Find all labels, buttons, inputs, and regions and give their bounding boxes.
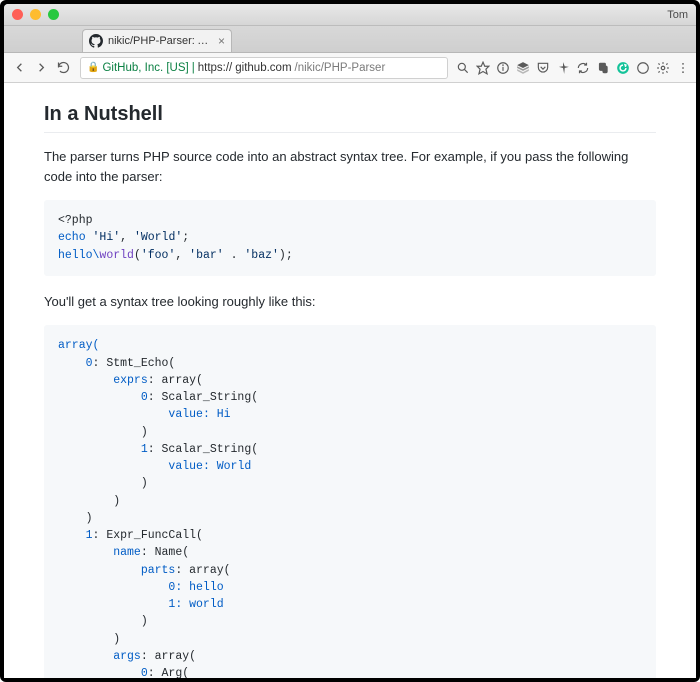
tab-strip: nikic/PHP-Parser: A PHP parse × (4, 26, 696, 53)
extension-icon[interactable] (636, 61, 650, 75)
titlebar: Tom (4, 4, 696, 26)
address-bar[interactable]: 🔒 GitHub, Inc. [US] | https://github.com… (80, 57, 448, 79)
pocket-icon[interactable] (536, 61, 550, 75)
url-path: /nikic/PHP-Parser (295, 62, 386, 74)
forward-button[interactable] (32, 59, 50, 77)
evernote-icon[interactable] (596, 61, 610, 75)
browser-chrome: Tom nikic/PHP-Parser: A PHP parse × 🔒 Gi… (4, 4, 696, 678)
browser-tab[interactable]: nikic/PHP-Parser: A PHP parse × (82, 29, 232, 52)
php-code-block: <?php echo 'Hi', 'World'; hello\world('f… (44, 200, 656, 276)
toolbar: 🔒 GitHub, Inc. [US] | https://github.com… (4, 53, 696, 83)
sync-icon[interactable] (576, 61, 590, 75)
ast-code-block: array( 0: Stmt_Echo( exprs: array( 0: Sc… (44, 325, 656, 678)
intro-paragraph: The parser turns PHP source code into an… (44, 147, 656, 186)
info-icon[interactable] (496, 61, 510, 75)
pinboard-icon[interactable] (556, 61, 570, 75)
search-icon[interactable] (456, 61, 470, 75)
menu-icon[interactable] (676, 61, 690, 75)
zoom-window-button[interactable] (48, 9, 59, 20)
grammarly-icon[interactable] (616, 61, 630, 75)
buffer-icon[interactable] (516, 61, 530, 75)
lock-icon: 🔒 (87, 62, 99, 73)
github-favicon (89, 34, 103, 48)
url-scheme: https:// (198, 62, 233, 74)
minimize-window-button[interactable] (30, 9, 41, 20)
window-controls (12, 9, 59, 20)
close-window-button[interactable] (12, 9, 23, 20)
section-heading: In a Nutshell (44, 103, 656, 133)
tab-close-icon[interactable]: × (218, 34, 225, 48)
cert-separator: | (192, 62, 195, 74)
profile-name[interactable]: Tom (667, 9, 688, 21)
browser-window: Tom nikic/PHP-Parser: A PHP parse × 🔒 Gi… (0, 0, 700, 682)
gear-icon[interactable] (656, 61, 670, 75)
toolbar-actions (456, 61, 690, 75)
url-host: github.com (235, 62, 291, 74)
tab-title: nikic/PHP-Parser: A PHP parse (108, 35, 213, 47)
back-button[interactable] (10, 59, 28, 77)
page-content: In a Nutshell The parser turns PHP sourc… (4, 83, 696, 678)
mid-paragraph: You'll get a syntax tree looking roughly… (44, 292, 656, 312)
cert-org: GitHub, Inc. [US] (102, 62, 188, 74)
star-icon[interactable] (476, 61, 490, 75)
reload-button[interactable] (54, 59, 72, 77)
